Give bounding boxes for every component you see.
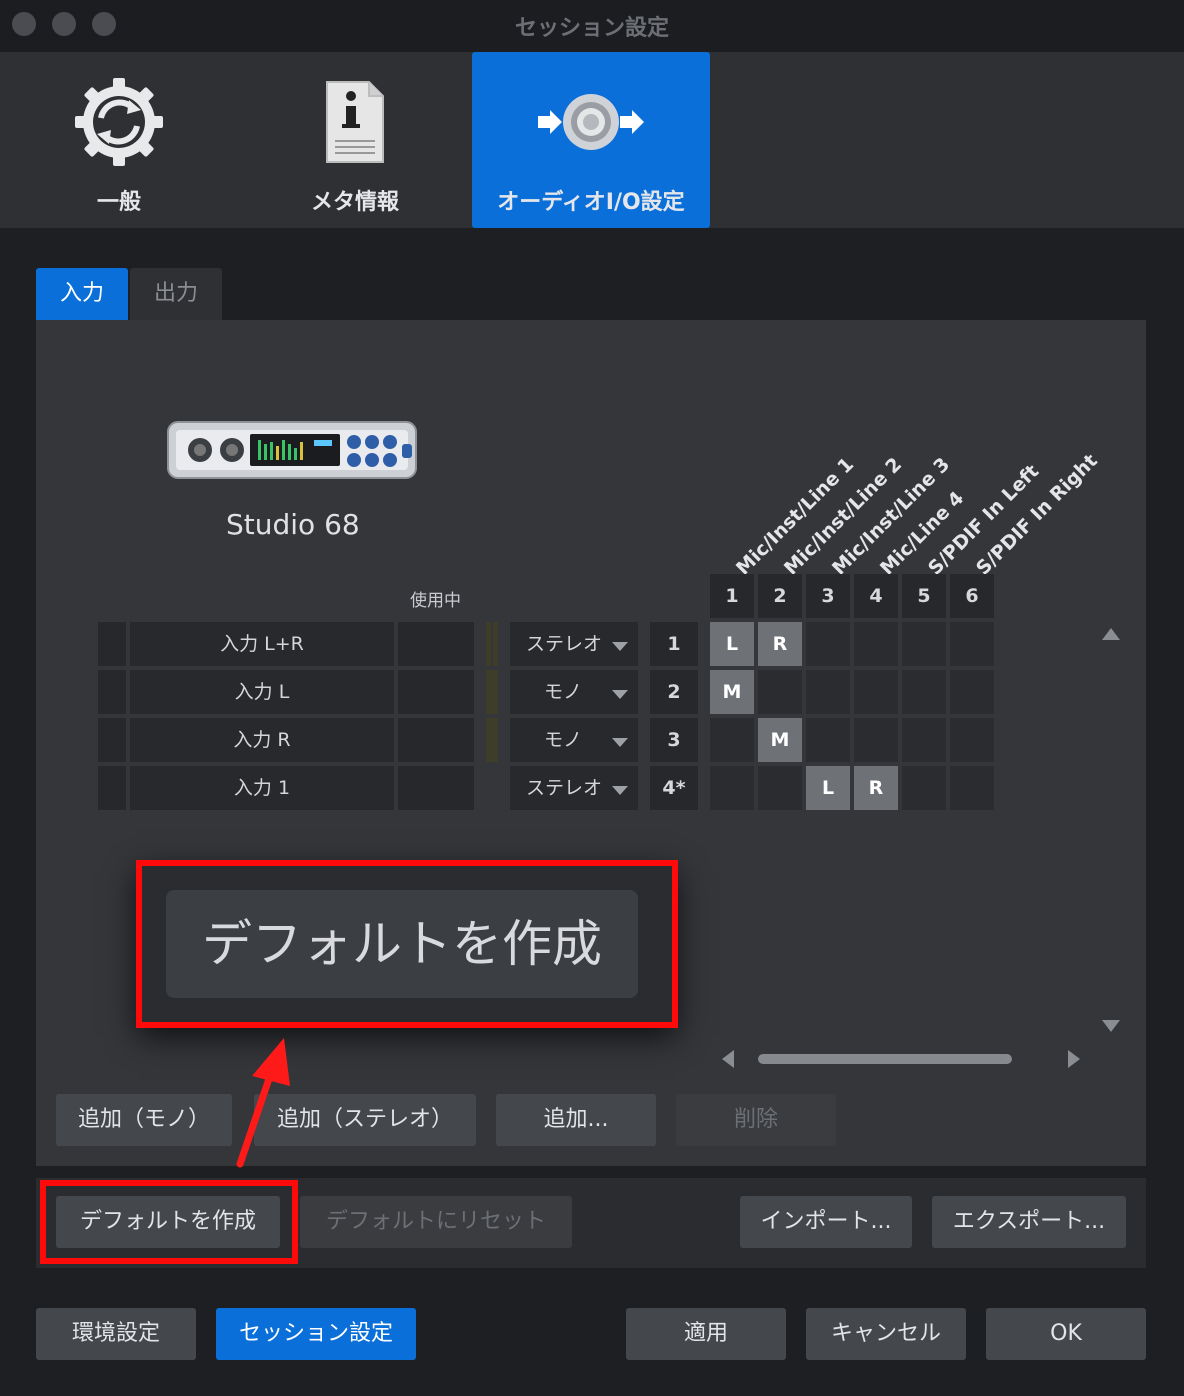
row-number: 2: [650, 670, 698, 714]
in-use-cell: [398, 718, 474, 762]
routing-cell[interactable]: [854, 670, 898, 714]
routing-cell[interactable]: [950, 670, 994, 714]
channel-type-select[interactable]: モノ: [510, 670, 638, 714]
row-select-handle[interactable]: [98, 718, 126, 762]
channel-type-value: モノ: [544, 681, 583, 703]
chevron-down-icon: [612, 642, 628, 651]
level-meter-right: [493, 622, 498, 666]
import-button[interactable]: インポート...: [740, 1196, 912, 1248]
routing-cell[interactable]: [950, 622, 994, 666]
tab-output[interactable]: 出力: [130, 268, 222, 320]
preferences-button[interactable]: 環境設定: [36, 1308, 196, 1360]
routing-cell[interactable]: [854, 622, 898, 666]
title-bar: セッション設定: [0, 0, 1184, 52]
input-name-field[interactable]: 入力 L+R: [130, 622, 394, 666]
routing-cell[interactable]: [758, 670, 802, 714]
routing-cell[interactable]: [758, 766, 802, 810]
channel-header-1: 1: [710, 574, 754, 618]
ok-button[interactable]: OK: [986, 1308, 1146, 1360]
pointer-arrow-icon: [236, 1038, 290, 1168]
cancel-button[interactable]: キャンセル: [806, 1308, 966, 1360]
horizontal-scrollbar-thumb[interactable]: [758, 1054, 1012, 1064]
routing-cell[interactable]: [806, 622, 850, 666]
level-meter-left: [486, 622, 491, 666]
routing-cell[interactable]: [806, 718, 850, 762]
session-settings-button[interactable]: セッション設定: [216, 1308, 416, 1360]
settings-category-bar: 一般 メタ情報 オーディオI/O設定: [0, 52, 1184, 228]
routing-cell[interactable]: R: [758, 622, 802, 666]
add-mono-button[interactable]: 追加（モノ）: [56, 1094, 232, 1146]
routing-cell[interactable]: [902, 670, 946, 714]
window-title: セッション設定: [514, 16, 669, 41]
routing-cell[interactable]: M: [710, 670, 754, 714]
channel-header-3: 3: [806, 574, 850, 618]
scroll-up-arrow-icon[interactable]: [1102, 628, 1120, 640]
channel-header-5: 5: [902, 574, 946, 618]
routing-cell[interactable]: [710, 718, 754, 762]
tab-audio-io[interactable]: オーディオI/O設定: [472, 52, 710, 228]
in-use-column-header: 使用中: [410, 591, 461, 611]
channel-type-select[interactable]: モノ: [510, 718, 638, 762]
channel-type-select[interactable]: ステレオ: [510, 766, 638, 810]
channel-header-2: 2: [758, 574, 802, 618]
scroll-right-arrow-icon[interactable]: [1068, 1050, 1080, 1068]
tab-meta-info[interactable]: メタ情報: [236, 52, 474, 228]
routing-cell[interactable]: M: [758, 718, 802, 762]
row-select-handle[interactable]: [98, 766, 126, 810]
tab-meta-info-label: メタ情報: [310, 190, 399, 215]
row-number: 1: [650, 622, 698, 666]
gear-sync-icon: [75, 78, 163, 166]
row-select-handle[interactable]: [98, 670, 126, 714]
reset-default-button[interactable]: デフォルトにリセット: [300, 1196, 572, 1248]
routing-cell[interactable]: L: [806, 766, 850, 810]
routing-cell[interactable]: [806, 670, 850, 714]
callout-highlight-frame: [136, 860, 678, 1028]
channel-type-value: ステレオ: [526, 777, 603, 799]
in-use-cell: [398, 622, 474, 666]
channel-header-6: 6: [950, 574, 994, 618]
routing-cell[interactable]: L: [710, 622, 754, 666]
tab-general[interactable]: 一般: [0, 52, 238, 228]
level-meter: [486, 718, 498, 762]
delete-button[interactable]: 削除: [676, 1094, 836, 1146]
apply-button[interactable]: 適用: [626, 1308, 786, 1360]
level-meter: [486, 670, 498, 714]
channel-type-select[interactable]: ステレオ: [510, 622, 638, 666]
studio-68-device-image: [167, 421, 417, 479]
input-name-field[interactable]: 入力 R: [130, 718, 394, 762]
routing-cell[interactable]: [902, 622, 946, 666]
routing-cell[interactable]: [710, 766, 754, 810]
in-use-cell: [398, 670, 474, 714]
chevron-down-icon: [612, 786, 628, 795]
tab-general-label: 一般: [96, 190, 141, 215]
scroll-left-arrow-icon[interactable]: [722, 1050, 734, 1068]
chevron-down-icon: [612, 690, 628, 699]
routing-cell[interactable]: [902, 718, 946, 762]
row-number: 4*: [650, 766, 698, 810]
channel-type-value: ステレオ: [526, 633, 603, 655]
scroll-down-arrow-icon[interactable]: [1102, 1020, 1120, 1032]
channel-header-4: 4: [854, 574, 898, 618]
button-highlight-frame: [40, 1180, 298, 1264]
audio-io-icon: [538, 94, 644, 150]
routing-cell[interactable]: [854, 718, 898, 762]
input-name-field[interactable]: 入力 1: [130, 766, 394, 810]
routing-cell[interactable]: [950, 718, 994, 762]
routing-cell[interactable]: [950, 766, 994, 810]
channel-type-value: モノ: [544, 729, 583, 751]
row-number: 3: [650, 718, 698, 762]
tab-audio-io-label: オーディオI/O設定: [497, 190, 685, 215]
device-name: Studio 68: [226, 508, 360, 541]
tab-input[interactable]: 入力: [36, 268, 128, 320]
routing-cell[interactable]: R: [854, 766, 898, 810]
info-document-icon: [326, 81, 384, 163]
in-use-cell: [398, 766, 474, 810]
routing-cell[interactable]: [902, 766, 946, 810]
add-button[interactable]: 追加...: [496, 1094, 656, 1146]
chevron-down-icon: [612, 738, 628, 747]
export-button[interactable]: エクスポート...: [932, 1196, 1126, 1248]
row-select-handle[interactable]: [98, 622, 126, 666]
input-name-field[interactable]: 入力 L: [130, 670, 394, 714]
